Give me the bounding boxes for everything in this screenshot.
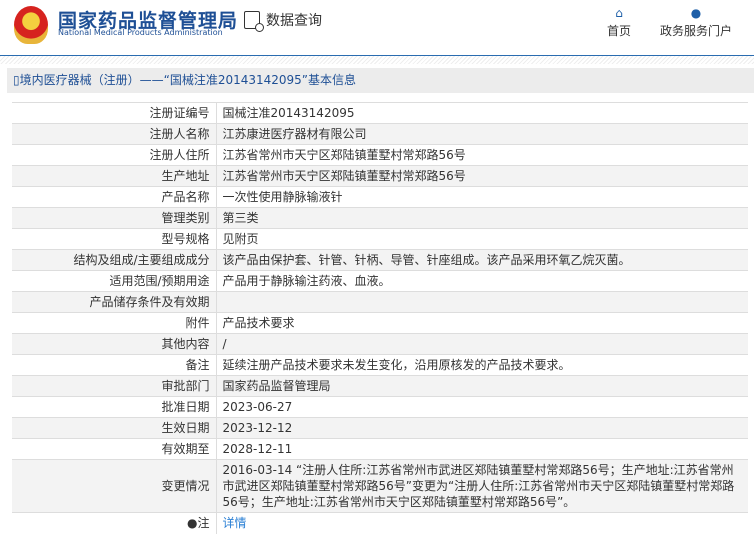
- table-row: 附件 产品技术要求: [12, 312, 748, 334]
- field-value: 一次性使用静脉输液针: [216, 186, 748, 208]
- home-icon: ⌂: [615, 6, 623, 20]
- table-row: 审批部门 国家药品监督管理局: [12, 375, 748, 397]
- field-value: 2016-03-14 “注册人住所:江苏省常州市武进区郑陆镇董墅村常郑路56号；…: [216, 459, 748, 513]
- field-value: 国家药品监督管理局: [216, 375, 748, 397]
- table-row: 注册人住所 江苏省常州市天宁区郑陆镇董墅村常郑路56号: [12, 144, 748, 166]
- nav-service-portal[interactable]: ● 政务服务门户: [660, 6, 732, 39]
- table-row: 适用范围/预期用途 产品用于静脉输注药液、血液。: [12, 270, 748, 292]
- field-value: 2023-12-12: [216, 417, 748, 439]
- field-value: 江苏省常州市天宁区郑陆镇董墅村常郑路56号: [216, 144, 748, 166]
- field-value: 见附页: [216, 228, 748, 250]
- national-emblem-logo: [14, 6, 48, 44]
- table-row: ●注 详情: [12, 512, 748, 534]
- divider: [0, 56, 754, 64]
- table-row: 管理类别 第三类: [12, 207, 748, 229]
- page-title-text: 境内医疗器械（注册）——“国械注准20143142095”基本信息: [19, 73, 357, 87]
- field-label: 注册人名称: [12, 123, 217, 145]
- field-value: 该产品由保护套、针管、针柄、导管、针座组成。该产品采用环氧乙烷灭菌。: [216, 249, 748, 271]
- field-label: 管理类别: [12, 207, 217, 229]
- field-label: ●注: [12, 512, 217, 534]
- field-value: [216, 291, 748, 313]
- field-value: 2023-06-27: [216, 396, 748, 418]
- field-label: 批准日期: [12, 396, 217, 418]
- info-table: 注册证编号 国械注准20143142095 注册人名称 江苏康进医疗器材有限公司 注册人…: [12, 102, 748, 534]
- page-title: ▯境内医疗器械（注册）——“国械注准20143142095”基本信息: [7, 68, 754, 93]
- table-row: 备注 延续注册产品技术要求未发生变化，沿用原核发的产品技术要求。: [12, 354, 748, 376]
- search-document-icon: [244, 11, 264, 32]
- table-row: 有效期至 2028-12-11: [12, 438, 748, 460]
- data-query-label: 数据查询: [266, 13, 322, 29]
- lightbulb-icon: ●: [187, 516, 198, 531]
- table-row: 结构及组成/主要组成成分 该产品由保护套、针管、针柄、导管、针座组成。该产品采用环…: [12, 249, 748, 271]
- field-value: 江苏省常州市天宁区郑陆镇董墅村常郑路56号: [216, 165, 748, 187]
- field-label: 生产地址: [12, 165, 217, 187]
- field-value: 国械注准20143142095: [216, 102, 748, 124]
- table-row: 产品名称 一次性使用静脉输液针: [12, 186, 748, 208]
- site-header: 国家药品监督管理局 National Medical Products Admi…: [0, 0, 754, 56]
- table-row: 生效日期 2023-12-12: [12, 417, 748, 439]
- field-label: 备注: [12, 354, 217, 376]
- field-value: 产品技术要求: [216, 312, 748, 334]
- field-label: 型号规格: [12, 228, 217, 250]
- field-label: 产品储存条件及有效期: [12, 291, 217, 313]
- table-row: 型号规格 见附页: [12, 228, 748, 250]
- field-value: 第三类: [216, 207, 748, 229]
- note-label: 注: [197, 516, 210, 531]
- table-row: 产品储存条件及有效期: [12, 291, 748, 313]
- nav-home[interactable]: ⌂ 首页: [607, 6, 631, 39]
- field-label: 审批部门: [12, 375, 217, 397]
- field-value: 江苏康进医疗器材有限公司: [216, 123, 748, 145]
- table-row: 生产地址 江苏省常州市天宁区郑陆镇董墅村常郑路56号: [12, 165, 748, 187]
- field-label: 其他内容: [12, 333, 217, 355]
- details-link[interactable]: 详情: [223, 516, 247, 530]
- field-label: 注册人住所: [12, 144, 217, 166]
- field-label: 有效期至: [12, 438, 217, 460]
- table-row: 注册证编号 国械注准20143142095: [12, 102, 748, 124]
- field-value: 2028-12-11: [216, 438, 748, 460]
- field-label: 生效日期: [12, 417, 217, 439]
- nav-service-label: 政务服务门户: [660, 24, 733, 38]
- document-icon: ▯: [13, 73, 20, 87]
- field-value: 延续注册产品技术要求未发生变化，沿用原核发的产品技术要求。: [216, 354, 748, 376]
- field-value: /: [216, 333, 748, 355]
- field-label: 变更情况: [12, 459, 217, 513]
- field-label: 附件: [12, 312, 217, 334]
- nav-home-label: 首页: [607, 24, 632, 38]
- field-label: 结构及组成/主要组成成分: [12, 249, 217, 271]
- table-row: 批准日期 2023-06-27: [12, 396, 748, 418]
- field-value: 产品用于静脉输注药液、血液。: [216, 270, 748, 292]
- table-row: 变更情况 2016-03-14 “注册人住所:江苏省常州市武进区郑陆镇董墅村常郑路…: [12, 459, 748, 513]
- table-row: 注册人名称 江苏康进医疗器材有限公司: [12, 123, 748, 145]
- data-query-link[interactable]: 数据查询: [244, 10, 322, 32]
- user-icon: ●: [690, 6, 702, 20]
- field-label: 注册证编号: [12, 102, 217, 124]
- field-label: 适用范围/预期用途: [12, 270, 217, 292]
- table-row: 其他内容 /: [12, 333, 748, 355]
- brand-name-en: National Medical Products Administration: [58, 28, 223, 37]
- field-label: 产品名称: [12, 186, 217, 208]
